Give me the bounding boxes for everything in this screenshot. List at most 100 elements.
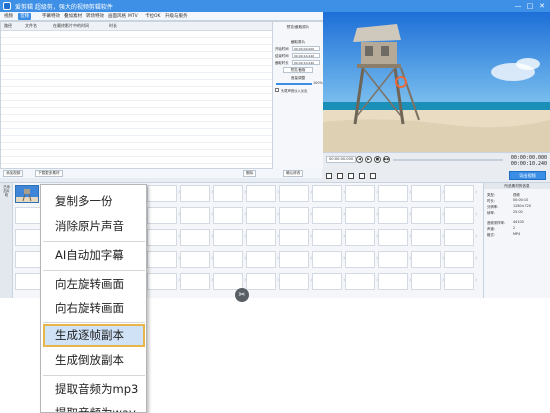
seek-time-input[interactable]: 00:00:00.000 [326, 156, 357, 163]
start-time-input[interactable]: 00:00:00.000 [292, 46, 320, 51]
timeline-slot[interactable] [147, 229, 177, 246]
menu-subtitle-effects[interactable]: 字幕特效 [40, 13, 62, 20]
timeline-slot[interactable] [312, 251, 342, 268]
timeline-slot[interactable] [411, 251, 441, 268]
timeline-slot[interactable] [180, 229, 210, 246]
export-video-button[interactable]: 导出视频 [509, 171, 546, 180]
menu-item-ai-subtitles[interactable]: AI自动加字幕 [43, 244, 145, 267]
timeline-slot[interactable] [444, 185, 474, 202]
timeline-slot[interactable] [180, 273, 210, 290]
timeline-slot[interactable] [213, 251, 243, 268]
download-materials-button[interactable]: 下载更多素材 [35, 170, 63, 177]
delete-button[interactable]: 删除 [243, 170, 257, 177]
stop-button[interactable]: ■ [374, 156, 381, 163]
column-filename[interactable]: 文件名 [25, 23, 37, 29]
timeline-slot[interactable] [213, 185, 243, 202]
prev-frame-button[interactable]: ◀ [356, 156, 363, 163]
timeline-slot[interactable] [279, 229, 309, 246]
fullscreen-icon[interactable] [359, 173, 365, 179]
timeline-slot[interactable] [246, 251, 276, 268]
menu-audio[interactable]: 音频 [18, 13, 31, 20]
fade-checkbox[interactable] [275, 88, 279, 92]
share-icon[interactable] [370, 173, 376, 179]
menu-item-mute-original[interactable]: 消除原片声音 [43, 215, 145, 238]
menu-item-extract-wav[interactable]: 提取音频为wav [43, 402, 145, 412]
column-duration[interactable]: 时长 [109, 23, 117, 29]
timeline-slot[interactable] [444, 251, 474, 268]
timeline-slot[interactable] [345, 229, 375, 246]
close-button[interactable]: ✕ [536, 1, 548, 11]
timeline-clip[interactable] [15, 185, 39, 203]
timeline-slot[interactable] [444, 273, 474, 290]
timeline-slot[interactable] [180, 185, 210, 202]
scissors-icon[interactable]: ✂ [235, 288, 249, 302]
preview-trim-button[interactable]: 预览/截取 [283, 67, 313, 73]
menu-mtv[interactable]: MTV [126, 13, 140, 20]
timeline-slot[interactable] [180, 207, 210, 224]
menu-item-rotate-right[interactable]: 向右旋转画面 [43, 297, 145, 320]
timeline-slot[interactable] [345, 207, 375, 224]
screenshot-icon[interactable] [326, 173, 332, 179]
menu-item-rotate-left[interactable]: 向左旋转画面 [43, 273, 145, 296]
timeline-slot[interactable] [411, 207, 441, 224]
menu-upgrade[interactable]: 升级与服务 [163, 13, 190, 20]
video-preview[interactable] [323, 12, 550, 152]
timeline-slot[interactable] [378, 207, 408, 224]
timeline-slot[interactable] [312, 207, 342, 224]
timeline-slot[interactable] [312, 185, 342, 202]
timeline-slot[interactable] [378, 251, 408, 268]
timeline-slot[interactable] [345, 251, 375, 268]
menu-item-duplicate[interactable]: 复制多一份 [43, 190, 145, 213]
duration-input[interactable]: 00:00:10.240 [292, 60, 320, 65]
volume-slider-track[interactable] [276, 83, 312, 85]
timeline-slot[interactable] [411, 229, 441, 246]
timeline-slot[interactable] [147, 273, 177, 290]
timeline-slot[interactable] [147, 207, 177, 224]
timeline-slot[interactable] [411, 273, 441, 290]
timeline-slot[interactable] [279, 185, 309, 202]
timeline-slot[interactable] [246, 185, 276, 202]
timeline-slot[interactable] [213, 229, 243, 246]
confirm-changes-button[interactable]: 确认修改 [283, 170, 304, 177]
timeline-slot[interactable] [279, 207, 309, 224]
folder-icon[interactable] [337, 173, 343, 179]
fast-forward-button[interactable]: ▶▶ [383, 156, 390, 163]
timeline-slot[interactable] [411, 185, 441, 202]
timeline-slot[interactable] [279, 251, 309, 268]
menu-karaoke[interactable]: 卡拉OK [143, 13, 163, 20]
timeline-slot[interactable] [444, 229, 474, 246]
timeline-slot[interactable] [246, 229, 276, 246]
timeline-slot[interactable] [444, 207, 474, 224]
timeline-slot[interactable] [345, 185, 375, 202]
column-path[interactable]: 路径 [4, 23, 12, 29]
minimize-button[interactable]: — [512, 1, 524, 11]
menu-styles[interactable]: 画面风格 [106, 13, 128, 20]
column-time-in-movie[interactable]: 在最终影片中的时间 [53, 23, 89, 29]
timeline-slot[interactable] [312, 273, 342, 290]
playback-progress-bar[interactable] [393, 159, 503, 161]
timeline-slot[interactable] [246, 273, 276, 290]
menu-overlay[interactable]: 叠加素材 [62, 13, 84, 20]
timeline-slot[interactable] [279, 273, 309, 290]
timeline-slot[interactable] [213, 207, 243, 224]
timeline-slot[interactable] [147, 251, 177, 268]
timeline-slot[interactable] [213, 273, 243, 290]
play-button[interactable]: ▶ [365, 156, 372, 163]
menu-video[interactable]: 视频 [2, 13, 15, 20]
timeline-slot[interactable] [246, 207, 276, 224]
timeline-slot[interactable] [180, 251, 210, 268]
timeline-slot[interactable] [312, 229, 342, 246]
maximize-button[interactable]: □ [524, 1, 536, 11]
timeline-slot[interactable] [378, 185, 408, 202]
menu-item-frame-copy[interactable]: 生成逐帧副本 [43, 324, 145, 347]
timeline-slot[interactable] [147, 185, 177, 202]
menu-item-extract-mp3[interactable]: 提取音频为mp3 [43, 378, 145, 401]
frame-icon[interactable] [348, 173, 354, 179]
timeline-slot[interactable] [345, 273, 375, 290]
menu-item-reverse-copy[interactable]: 生成倒放副本 [43, 349, 145, 372]
timeline-slot[interactable] [378, 229, 408, 246]
timeline-slot[interactable] [378, 273, 408, 290]
menu-transitions[interactable]: 转场特效 [84, 13, 106, 20]
add-video-button[interactable]: 添加视频 [3, 170, 24, 177]
end-time-input[interactable]: 00:00:10.240 [292, 53, 320, 58]
